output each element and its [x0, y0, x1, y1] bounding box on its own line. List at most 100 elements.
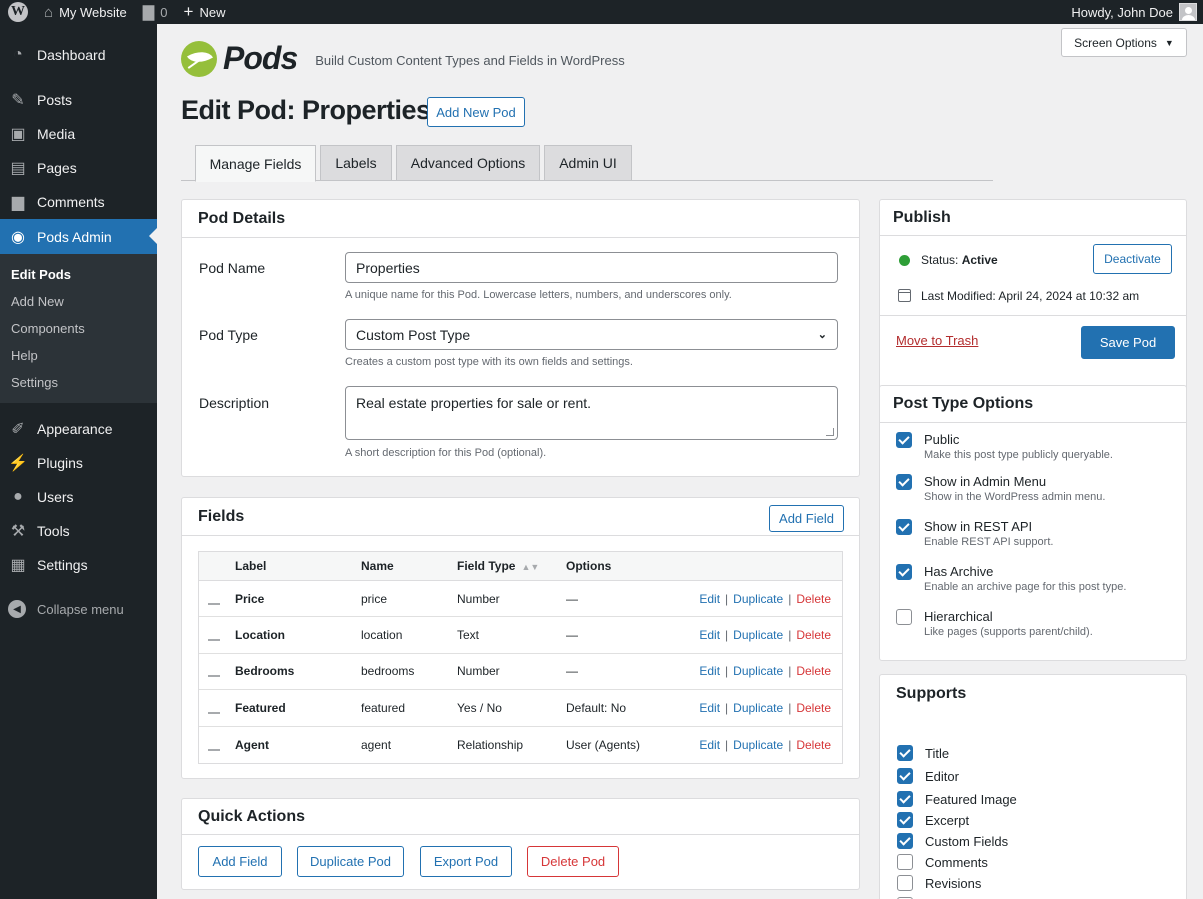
field-name: agent: [361, 737, 392, 752]
delete-link[interactable]: Delete: [796, 592, 831, 606]
post-type-option[interactable]: Hierarchical Like pages (supports parent/…: [896, 609, 1093, 638]
sidebar-item-posts[interactable]: ✎ Posts: [0, 83, 157, 117]
sidebar-item-media[interactable]: ▣ Media: [0, 117, 157, 151]
sidebar-item-users[interactable]: ● Users: [0, 480, 157, 514]
status-value: Active: [961, 253, 998, 267]
submenu-help[interactable]: Help: [0, 342, 157, 369]
submenu-settings[interactable]: Settings: [0, 369, 157, 396]
post-type-option[interactable]: Has Archive Enable an archive page for th…: [896, 564, 1126, 593]
edit-link[interactable]: Edit: [699, 628, 720, 642]
checkbox[interactable]: [897, 875, 913, 891]
duplicate-link[interactable]: Duplicate: [733, 592, 783, 606]
checkbox[interactable]: [896, 609, 912, 625]
column-field-type-header[interactable]: Field Type ▲▼: [457, 559, 539, 573]
table-row: Agent agent Relationship User (Agents) Edit |…: [199, 727, 842, 763]
pod-type-select[interactable]: Custom Post Type ⌄: [345, 319, 838, 350]
edit-link[interactable]: Edit: [699, 664, 720, 678]
checkbox[interactable]: [897, 745, 913, 761]
resize-handle-icon[interactable]: [826, 428, 834, 436]
supports-option[interactable]: Featured Image: [897, 791, 1017, 807]
checkbox[interactable]: [897, 812, 913, 828]
add-new-pod-button[interactable]: Add New Pod: [427, 97, 525, 127]
move-to-trash-link[interactable]: Move to Trash: [896, 333, 978, 348]
submenu-edit-pods[interactable]: Edit Pods: [0, 261, 157, 288]
checkbox[interactable]: [896, 432, 912, 448]
supports-option[interactable]: Custom Fields: [897, 833, 1008, 849]
tab-manage-fields[interactable]: Manage Fields: [195, 145, 316, 182]
supports-option[interactable]: Comments: [897, 854, 988, 870]
checkbox[interactable]: [896, 519, 912, 535]
tab-labels[interactable]: Labels: [320, 145, 392, 181]
save-pod-button[interactable]: Save Pod: [1081, 326, 1175, 359]
checkbox[interactable]: [897, 791, 913, 807]
checkbox[interactable]: [897, 833, 913, 849]
submenu-components[interactable]: Components: [0, 315, 157, 342]
my-account[interactable]: Howdy, John Doe: [1071, 3, 1203, 21]
supports-option[interactable]: Revisions: [897, 875, 981, 891]
sidebar-item-appearance[interactable]: ✐ Appearance: [0, 412, 157, 446]
post-type-option[interactable]: Show in Admin Menu Show in the WordPress …: [896, 474, 1105, 503]
field-type-header-label: Field Type: [457, 559, 516, 573]
checkbox[interactable]: [896, 564, 912, 580]
edit-link[interactable]: Edit: [699, 738, 720, 752]
add-field-button[interactable]: Add Field: [769, 505, 844, 532]
table-row: Bedrooms bedrooms Number — Edit | Duplicate | De…: [199, 654, 842, 691]
status-text: Status: Active: [921, 253, 998, 267]
sort-icon[interactable]: ▲▼: [521, 562, 539, 572]
collapse-menu-button[interactable]: ◀ Collapse menu: [0, 592, 157, 626]
edit-link[interactable]: Edit: [699, 592, 720, 606]
pod-name-input[interactable]: Properties: [345, 252, 838, 283]
quick-add-field-button[interactable]: Add Field: [198, 846, 282, 877]
screen-options-button[interactable]: Screen Options ▼: [1061, 28, 1187, 57]
delete-link[interactable]: Delete: [796, 628, 831, 642]
duplicate-link[interactable]: Duplicate: [733, 701, 783, 715]
checkbox[interactable]: [896, 474, 912, 490]
duplicate-pod-button[interactable]: Duplicate Pod: [297, 846, 404, 877]
duplicate-link[interactable]: Duplicate: [733, 738, 783, 752]
delete-link[interactable]: Delete: [796, 701, 831, 715]
duplicate-link[interactable]: Duplicate: [733, 664, 783, 678]
site-name-link[interactable]: ⌂ My Website: [36, 0, 135, 24]
pod-type-value: Custom Post Type: [356, 326, 471, 343]
column-name-header[interactable]: Name: [361, 559, 394, 573]
post-type-option[interactable]: Public Make this post type publicly query…: [896, 432, 1113, 461]
sidebar-item-dashboard[interactable]: ◔ Dashboard: [0, 38, 157, 72]
wordpress-logo-icon[interactable]: W: [0, 0, 36, 24]
pods-tagline: Build Custom Content Types and Fields in…: [315, 53, 625, 68]
sidebar-item-label: Dashboard: [37, 47, 106, 63]
supports-option[interactable]: Editor: [897, 768, 959, 784]
submenu-add-new[interactable]: Add New: [0, 288, 157, 315]
sidebar-item-comments[interactable]: ▆ Comments: [0, 185, 157, 219]
sidebar-item-pods-admin[interactable]: ◉ Pods Admin: [0, 219, 157, 254]
tab-admin-ui[interactable]: Admin UI: [544, 145, 632, 181]
field-name: price: [361, 591, 388, 606]
option-text: Hierarchical Like pages (supports parent/…: [924, 609, 1093, 638]
deactivate-button[interactable]: Deactivate: [1093, 244, 1172, 274]
pod-name-value: Properties: [356, 259, 420, 276]
edit-link[interactable]: Edit: [699, 701, 720, 715]
delete-pod-button[interactable]: Delete Pod: [527, 846, 619, 877]
supports-option[interactable]: Title: [897, 745, 949, 761]
new-content-link[interactable]: + New: [176, 0, 234, 24]
duplicate-link[interactable]: Duplicate: [733, 628, 783, 642]
checkbox[interactable]: [897, 854, 913, 870]
settings-icon: ▦: [10, 557, 26, 574]
sidebar-item-tools[interactable]: ⚒ Tools: [0, 514, 157, 548]
description-textarea[interactable]: Real estate properties for sale or rent.: [345, 386, 838, 440]
sidebar-item-plugins[interactable]: ⚡ Plugins: [0, 446, 157, 480]
supports-option[interactable]: Excerpt: [897, 812, 969, 828]
tab-advanced-options[interactable]: Advanced Options: [396, 145, 540, 181]
sidebar-item-settings[interactable]: ▦ Settings: [0, 548, 157, 582]
sidebar-item-pages[interactable]: ▤ Pages: [0, 151, 157, 185]
pod-type-label: Pod Type: [199, 327, 258, 343]
row-actions: Edit | Duplicate | Delete: [699, 628, 831, 642]
checkbox[interactable]: [897, 768, 913, 784]
delete-link[interactable]: Delete: [796, 664, 831, 678]
column-label-header[interactable]: Label: [235, 559, 266, 573]
delete-link[interactable]: Delete: [796, 738, 831, 752]
publish-divider: [880, 315, 1186, 316]
export-pod-button[interactable]: Export Pod: [420, 846, 512, 877]
comments-link[interactable]: ▇ 0: [135, 0, 176, 24]
post-type-option[interactable]: Show in REST API Enable REST API support.: [896, 519, 1053, 548]
table-row: Location location Text — Edit | Duplicate | Dele…: [199, 617, 842, 654]
